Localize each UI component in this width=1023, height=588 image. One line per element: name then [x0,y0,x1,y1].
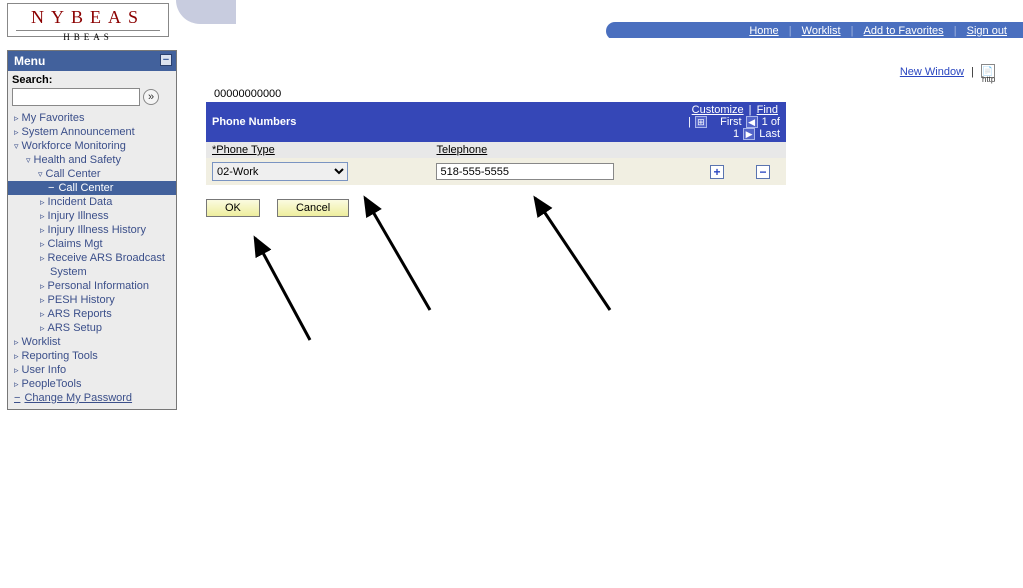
menu-collapse-icon[interactable]: − [160,54,172,66]
grid-customize-link[interactable]: Customize [692,104,744,116]
http-icon[interactable]: 📄http [981,64,995,78]
nav-worklist[interactable]: Worklist [802,25,841,37]
search-input[interactable] [12,88,140,106]
nav-signout[interactable]: Sign out [967,25,1007,37]
nav-incident-data[interactable]: Incident Data [8,195,176,209]
nav-injury-illness[interactable]: Injury Illness [8,209,176,223]
delete-row-button[interactable]: − [756,165,770,179]
phone-numbers-grid: Phone Numbers Customize | Find | ⊞ First… [206,102,786,185]
nav-injury-illness-history[interactable]: Injury Illness History [8,223,176,237]
new-window-link[interactable]: New Window [900,66,964,78]
nav-personal-information[interactable]: Personal Information [8,279,176,293]
nav-peopletools[interactable]: PeopleTools [8,377,176,391]
grid-next-icon[interactable]: ▶ [743,128,755,140]
nav-health-safety[interactable]: Health and Safety [8,153,176,167]
nav-pesh-history[interactable]: PESH History [8,293,176,307]
nav-user-info[interactable]: User Info [8,363,176,377]
grid-first-label: First [720,116,741,128]
logo-line1: NYBEAS [8,7,168,28]
nav-worklist-item[interactable]: Worklist [8,335,176,349]
top-bar: NYBEAS HBEAS Home | Worklist | Add to Fa… [0,0,1023,38]
arrow-annotation-ok [250,230,330,350]
record-id: 00000000000 [214,88,1015,100]
nav-receive-ars-line2[interactable]: System [8,265,176,279]
grid-data-row: 02-Work + − [206,158,786,185]
col-telephone[interactable]: Telephone [430,142,680,158]
menu-search: Search: » [8,71,176,109]
telephone-input[interactable] [436,163,614,180]
header-swoosh: Home | Worklist | Add to Favorites | Sig… [176,0,1023,38]
button-row: OK Cancel [206,199,1015,217]
grid-find-link[interactable]: Find [757,104,778,116]
nav-reporting-tools[interactable]: Reporting Tools [8,349,176,363]
nav-claims-mgt[interactable]: Claims Mgt [8,237,176,251]
menu-header: Menu − [8,51,176,71]
grid-header-row: *Phone Type Telephone [206,142,786,158]
ok-button[interactable]: OK [206,199,260,217]
sidebar: Menu − Search: » My Favorites System Ann… [7,50,177,410]
phone-type-select[interactable]: 02-Work [212,162,348,181]
grid-title: Phone Numbers [206,102,680,142]
nav-change-password[interactable]: Change My Password [8,391,176,405]
menu-title: Menu [14,54,45,68]
col-phone-type[interactable]: *Phone Type [206,142,430,158]
topnav-bar: Home | Worklist | Add to Favorites | Sig… [606,22,1023,38]
app-logo: NYBEAS HBEAS [7,3,169,37]
nav-ars-setup[interactable]: ARS Setup [8,321,176,335]
nav-call-center[interactable]: Call Center [8,167,176,181]
nav-system-announcement[interactable]: System Announcement [8,125,176,139]
logo-line2: HBEAS [16,30,160,42]
cancel-button[interactable]: Cancel [277,199,349,217]
grid-view-all-icon[interactable]: ⊞ [695,116,707,128]
nav-home[interactable]: Home [749,25,778,37]
nav-tree: My Favorites System Announcement Workfor… [8,109,176,409]
add-row-button[interactable]: + [710,165,724,179]
content-area: New Window | 📄http 00000000000 Phone Num… [200,60,1015,217]
nav-receive-ars[interactable]: Receive ARS Broadcast [8,251,176,265]
grid-last-label: Last [759,128,780,140]
search-label: Search: [12,74,172,86]
grid-title-row: Phone Numbers Customize | Find | ⊞ First… [206,102,786,142]
nav-add-favorites[interactable]: Add to Favorites [864,25,944,37]
grid-controls: Customize | Find | ⊞ First ◀ 1 of 1 ▶ La… [680,102,786,142]
content-top-links: New Window | 📄http [200,60,1015,88]
nav-my-favorites[interactable]: My Favorites [8,111,176,125]
nav-ars-reports[interactable]: ARS Reports [8,307,176,321]
search-go-icon[interactable]: » [143,89,159,105]
grid-prev-icon[interactable]: ◀ [746,116,758,128]
nav-workforce-monitoring[interactable]: Workforce Monitoring [8,139,176,153]
nav-call-center-selected[interactable]: Call Center [8,181,176,195]
